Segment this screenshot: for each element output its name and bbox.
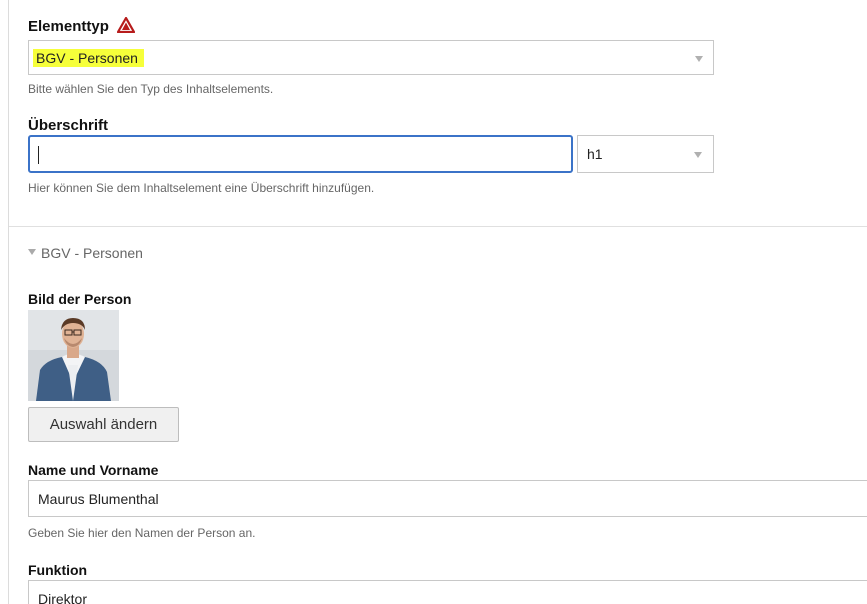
function-input[interactable]: Direktor (28, 580, 867, 604)
chevron-down-icon (694, 152, 702, 158)
change-selection-button[interactable]: Auswahl ändern (28, 407, 179, 442)
heading-input[interactable] (28, 135, 573, 173)
warning-triangle-icon (116, 16, 136, 34)
person-image-label: Bild der Person (28, 291, 132, 307)
content-element-form: Elementtyp BGV - Personen Bitte wählen S… (0, 0, 867, 604)
text-cursor (38, 146, 39, 164)
left-border (8, 0, 9, 604)
name-help: Geben Sie hier den Namen der Person an. (28, 526, 256, 540)
section-toggle[interactable]: BGV - Personen (28, 245, 143, 261)
element-type-label: Elementtyp (28, 18, 109, 35)
heading-level-select[interactable]: h1 (577, 135, 714, 173)
section-title: BGV - Personen (41, 245, 143, 261)
heading-level-value: h1 (587, 146, 603, 162)
chevron-down-icon (695, 56, 703, 62)
triangle-down-icon (28, 249, 36, 255)
element-type-help: Bitte wählen Sie den Typ des Inhaltselem… (28, 82, 274, 96)
name-label: Name und Vorname (28, 462, 159, 478)
heading-label: Überschrift (28, 117, 109, 134)
function-label: Funktion (28, 562, 88, 578)
heading-help: Hier können Sie dem Inhaltselement eine … (28, 181, 375, 195)
name-input[interactable]: Maurus Blumenthal (28, 480, 867, 517)
section-divider (9, 226, 867, 227)
person-photo-illustration (28, 310, 119, 401)
name-input-value: Maurus Blumenthal (38, 491, 159, 507)
element-type-label-row: Elementtyp (28, 16, 136, 35)
element-type-select[interactable]: BGV - Personen (28, 40, 714, 75)
function-input-value: Direktor (38, 591, 88, 604)
person-photo (28, 310, 119, 401)
element-type-selected-value: BGV - Personen (33, 49, 144, 67)
